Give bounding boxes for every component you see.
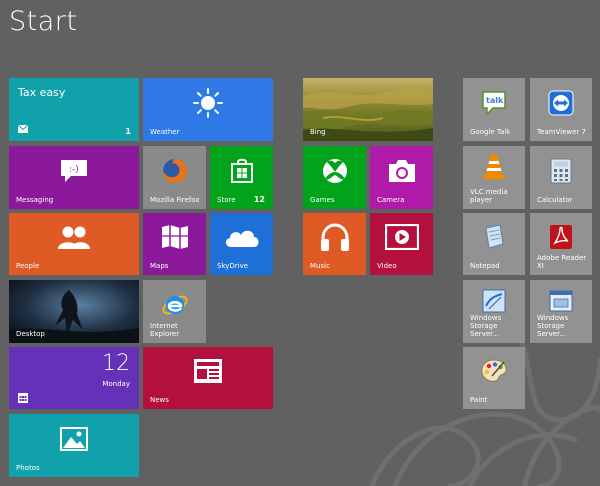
tile-label: Maps <box>150 262 169 270</box>
tile-label: People <box>16 262 40 270</box>
notification-count: 1 <box>125 127 131 136</box>
tile-label: Notepad <box>470 262 500 270</box>
tile-label: Weather <box>150 128 180 136</box>
tile-games[interactable]: Games <box>303 146 366 209</box>
photo-icon <box>60 426 88 451</box>
tile-label: Paint <box>470 396 488 404</box>
tile-label: Camera <box>377 196 405 204</box>
tile-people[interactable]: People <box>9 213 139 275</box>
tile-windows-storage-server-2[interactable]: Windows Storage Server... <box>530 280 592 343</box>
mail-icon <box>18 125 28 133</box>
tile-maps[interactable]: Maps <box>143 213 206 275</box>
firefox-icon <box>162 158 187 183</box>
tile-skydrive[interactable]: SkyDrive <box>210 213 273 275</box>
tile-label: SkyDrive <box>217 262 249 270</box>
tile-windows-storage-server-1[interactable]: Windows Storage Server... <box>463 280 525 343</box>
video-play-icon <box>384 224 419 250</box>
tile-label: TeamViewer 7 <box>537 128 586 136</box>
start-title: Start <box>9 6 78 37</box>
tile-label: Store <box>217 196 236 204</box>
tile-calculator[interactable]: Calculator <box>530 146 592 209</box>
people-icon <box>58 226 90 249</box>
tile-tax-easy[interactable]: Tax easy 1 <box>9 78 139 141</box>
tile-label: Google Talk <box>470 128 511 136</box>
tile-notepad[interactable]: Notepad <box>463 213 525 275</box>
tile-adobe-reader[interactable]: Adobe Reader XI <box>530 213 592 275</box>
tile-label: Messaging <box>16 196 54 204</box>
tile-label: Windows Storage Server... <box>470 314 502 338</box>
tile-vlc-media-player[interactable]: VLC media player <box>463 146 525 209</box>
tile-weather[interactable]: Weather <box>143 78 273 141</box>
sun-icon <box>193 87 223 118</box>
tile-label: Windows Storage Server... <box>537 314 569 338</box>
tile-teamviewer[interactable]: TeamViewer 7 <box>530 78 592 141</box>
notepad-icon <box>485 224 504 249</box>
tile-camera[interactable]: Camera <box>370 146 433 209</box>
internet-explorer-icon <box>161 295 188 314</box>
tile-google-talk[interactable]: talk Google Talk <box>463 78 525 141</box>
tile-label: News <box>150 396 169 404</box>
tile-label: Internet Explorer <box>150 322 180 338</box>
tile-label: Bing <box>310 128 326 136</box>
tile-video[interactable]: Video <box>370 213 433 275</box>
calendar-weekday: Monday <box>102 380 130 388</box>
google-talk-icon-text: talk <box>486 96 504 105</box>
tile-label: Calculator <box>537 196 573 204</box>
tile-calendar[interactable]: 12 Monday <box>9 347 139 409</box>
tile-label: Games <box>310 196 335 204</box>
tile-label: Desktop <box>16 330 45 338</box>
paint-palette-icon <box>481 359 507 382</box>
vlc-cone-icon <box>483 154 505 179</box>
tile-title: Tax easy <box>18 86 66 99</box>
google-talk-icon: talk <box>482 90 506 116</box>
calendar-day: 12 <box>102 351 130 376</box>
tile-messaging[interactable]: :-) Messaging <box>9 146 139 209</box>
tile-news[interactable]: News <box>143 347 273 409</box>
calculator-icon <box>550 158 572 183</box>
storage-server-icon <box>482 289 506 313</box>
map-icon <box>161 225 188 249</box>
tile-store[interactable]: Store 12 <box>210 146 273 209</box>
xbox-controller-icon <box>322 158 347 183</box>
store-bag-icon <box>230 158 253 183</box>
newspaper-icon <box>194 359 222 383</box>
tile-mozilla-firefox[interactable]: Mozilla Firefox <box>143 146 206 209</box>
tile-label: Music <box>310 262 330 270</box>
tile-label: Mozilla Firefox <box>150 196 200 204</box>
tile-desktop[interactable]: Desktop <box>9 280 139 343</box>
tile-label: Adobe Reader XI <box>537 254 587 270</box>
tile-internet-explorer[interactable]: Internet Explorer <box>143 280 206 343</box>
tile-paint[interactable]: Paint <box>463 347 525 409</box>
camera-icon <box>388 159 415 182</box>
teamviewer-icon <box>548 90 574 115</box>
tile-photos[interactable]: Photos <box>9 414 139 477</box>
tile-label: Video <box>377 262 397 270</box>
svg-text::-): :-) <box>69 165 79 175</box>
calendar-icon <box>18 393 28 403</box>
cloud-icon <box>225 230 258 247</box>
headphones-icon <box>320 223 349 251</box>
adobe-reader-icon <box>550 225 572 249</box>
tile-music[interactable]: Music <box>303 213 366 275</box>
tile-bing[interactable]: Bing <box>303 78 433 141</box>
tile-label: VLC media player <box>470 188 508 204</box>
chat-bubble-icon: :-) <box>61 159 87 182</box>
storage-server-window-icon <box>549 290 573 312</box>
tile-label: Photos <box>16 464 40 472</box>
notification-count: 12 <box>253 195 265 204</box>
